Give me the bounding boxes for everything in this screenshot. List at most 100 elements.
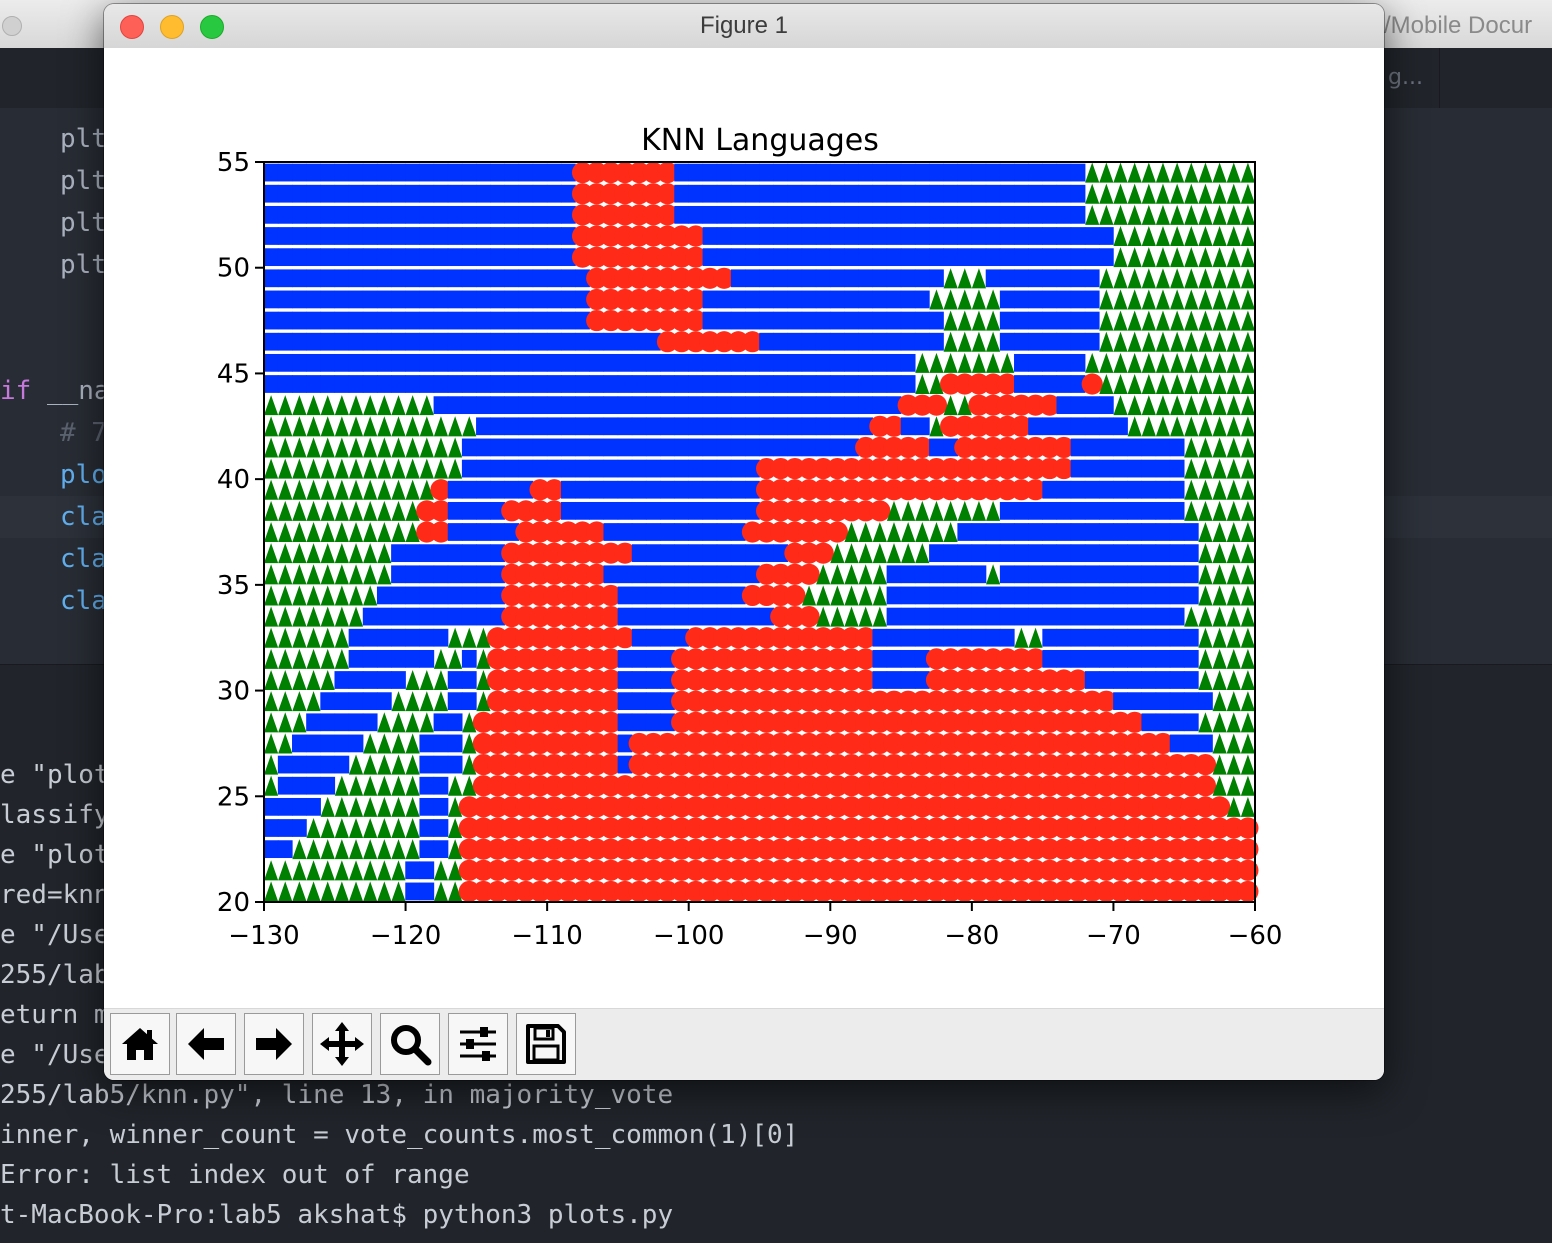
scatter-point-circle xyxy=(784,584,806,607)
scatter-point-square xyxy=(631,501,647,520)
scatter-point-square xyxy=(461,248,477,267)
scatter-point-square xyxy=(306,248,321,267)
scatter-point-circle xyxy=(1194,754,1217,776)
scatter-point-square xyxy=(702,459,718,478)
scatter-point-square xyxy=(660,607,675,626)
forward-button[interactable] xyxy=(244,1013,304,1075)
scatter-point-square xyxy=(631,649,647,668)
scatter-point-square xyxy=(1070,396,1086,415)
scatter-point-square xyxy=(433,184,449,203)
plot-canvas[interactable]: KNN Languages −130 −120 −110 −100 −90 −80 −70 −… xyxy=(104,48,1384,1008)
scatter-point-square xyxy=(419,628,435,647)
scatter-point-square xyxy=(518,205,534,224)
scatter-point-square xyxy=(461,396,477,415)
scatter-point-square xyxy=(1028,311,1043,330)
scatter-point-square xyxy=(900,671,916,689)
scatter-point-square xyxy=(546,290,562,309)
configure-subplots-button[interactable] xyxy=(448,1013,508,1075)
scatter-point-square xyxy=(730,375,746,393)
scatter-point-square xyxy=(914,628,930,647)
scatter-point-square xyxy=(674,607,690,626)
scatter-point-square xyxy=(476,269,491,288)
scatter-point-square xyxy=(1042,586,1058,605)
zoom-button[interactable] xyxy=(380,1013,440,1075)
scatter-point-square xyxy=(292,734,307,753)
scatter-point-square xyxy=(674,523,690,541)
scatter-point-square xyxy=(419,269,435,288)
scatter-point-square xyxy=(1042,375,1058,393)
scatter-point-square xyxy=(334,734,350,753)
pan-button[interactable] xyxy=(312,1013,372,1075)
scatter-point-square xyxy=(858,205,874,224)
scatter-point-square xyxy=(1198,692,1213,711)
scatter-point-square xyxy=(504,417,520,436)
scatter-point-square xyxy=(787,311,803,330)
scatter-point-square xyxy=(730,269,746,288)
scatter-point-square xyxy=(1014,205,1029,224)
scatter-point-square xyxy=(730,480,746,499)
scatter-point-square xyxy=(617,438,633,457)
scatter-point-square xyxy=(660,523,675,541)
scatter-point-square xyxy=(971,163,987,182)
scatter-point-square xyxy=(1183,692,1199,711)
scatter-point-square xyxy=(391,248,406,267)
back-button[interactable] xyxy=(176,1013,236,1075)
scatter-point-square xyxy=(561,269,576,288)
figure-titlebar[interactable]: Figure 1 xyxy=(104,4,1384,49)
scatter-point-square xyxy=(1014,163,1029,182)
scatter-point-square xyxy=(1113,523,1128,541)
scatter-point-square xyxy=(405,649,421,668)
scatter-point-square xyxy=(1141,586,1157,605)
scatter-point-square xyxy=(702,184,718,203)
editor-line: if __na xyxy=(0,376,110,406)
scatter-point-square xyxy=(1028,417,1043,436)
scatter-point-square xyxy=(929,184,944,203)
terminal-line: 255/lab xyxy=(0,960,110,990)
scatter-point-square xyxy=(943,205,958,224)
save-button[interactable] xyxy=(516,1013,576,1075)
scatter-point-square xyxy=(787,269,803,288)
background-tab[interactable]: g... xyxy=(1384,48,1440,108)
home-button[interactable] xyxy=(110,1013,170,1075)
scatter-point-square xyxy=(1056,375,1072,393)
scatter-point-square xyxy=(292,311,307,330)
sliders-icon xyxy=(460,1027,496,1061)
scatter-point-square xyxy=(1169,480,1185,499)
scatter-point-square xyxy=(985,205,1001,224)
scatter-point-square xyxy=(1169,459,1185,478)
scatter-point-square xyxy=(886,311,902,330)
scatter-point-square xyxy=(1183,671,1199,689)
scatter-point-square xyxy=(660,438,675,457)
scatter-point-square xyxy=(433,819,449,837)
scatter-point-square xyxy=(277,269,293,288)
background-window-button[interactable] xyxy=(2,16,22,36)
scatter-point-square xyxy=(1183,649,1199,668)
scatter-point-square xyxy=(348,184,364,203)
scatter-point-square xyxy=(702,205,718,224)
scatter-point-square xyxy=(461,607,477,626)
scatter-point-square xyxy=(745,290,760,309)
scatter-point-square xyxy=(603,480,619,499)
scatter-point-square xyxy=(348,375,364,393)
scatter-point-square xyxy=(504,163,520,182)
scatter-point-square xyxy=(674,353,690,372)
scatter-point-square xyxy=(1070,480,1086,499)
scatter-point-square xyxy=(957,586,973,605)
scatter-point-square xyxy=(405,290,421,309)
scatter-point-square xyxy=(320,332,336,351)
scatter-point-square xyxy=(674,544,690,563)
scatter-point-square xyxy=(292,248,307,267)
terminal-line: lassify xyxy=(0,800,110,830)
scatter-point-square xyxy=(1070,290,1086,309)
scatter-point-square xyxy=(745,375,760,393)
scatter-point-square xyxy=(476,438,491,457)
scatter-point-square xyxy=(914,565,930,584)
scatter-point-square xyxy=(844,417,859,436)
scatter-point-square xyxy=(1127,459,1143,478)
scatter-point-square xyxy=(815,353,831,372)
scatter-point-square xyxy=(660,565,675,584)
scatter-point-square xyxy=(1084,544,1100,563)
scatter-point-square xyxy=(277,840,293,859)
scatter-point-square xyxy=(858,269,874,288)
scatter-point-square xyxy=(660,544,675,563)
